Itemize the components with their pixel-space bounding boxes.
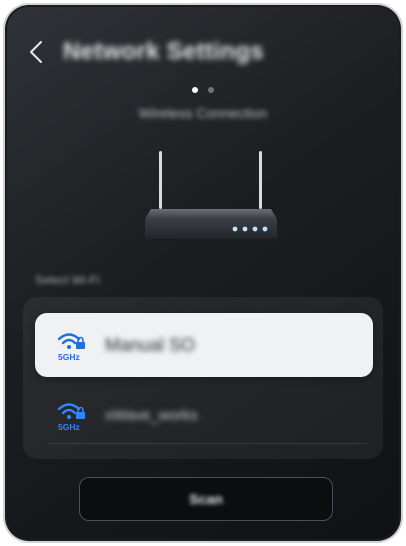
scan-button[interactable]: Scan (79, 477, 333, 521)
step-subtitle: Wireless Connection (138, 105, 268, 121)
page-indicator (7, 87, 399, 93)
router-antenna-left (159, 151, 162, 209)
page-dot (208, 87, 214, 93)
wifi-item-selected[interactable]: 5GHz Manual SO (35, 313, 373, 377)
wifi-name: Manual SO (105, 334, 196, 355)
router-illustration (145, 151, 277, 239)
list-divider (47, 443, 369, 444)
wifi-item[interactable]: 5GHz xWave_works (35, 385, 373, 445)
wifi-name: xWave_works (105, 406, 198, 424)
svg-text:5GHz: 5GHz (58, 352, 80, 362)
back-button[interactable] (25, 38, 47, 66)
header: Network Settings (25, 35, 264, 69)
svg-text:5GHz: 5GHz (58, 422, 80, 432)
scan-button-label: Scan (189, 491, 223, 507)
page-dot-active (192, 87, 198, 93)
router-antenna-right (259, 151, 262, 209)
wifi-secure-5ghz-icon: 5GHz (57, 333, 85, 362)
router-top (145, 209, 277, 219)
device-frame: Network Settings Wireless Connection Sel… (5, 5, 401, 541)
network-settings-screen: Network Settings Wireless Connection Sel… (7, 7, 399, 539)
wifi-secure-5ghz-icon: 5GHz (57, 403, 85, 432)
select-wifi-label: Select Wi-Fi (35, 273, 100, 287)
page-title: Network Settings (63, 38, 264, 65)
chevron-left-icon (30, 41, 42, 63)
